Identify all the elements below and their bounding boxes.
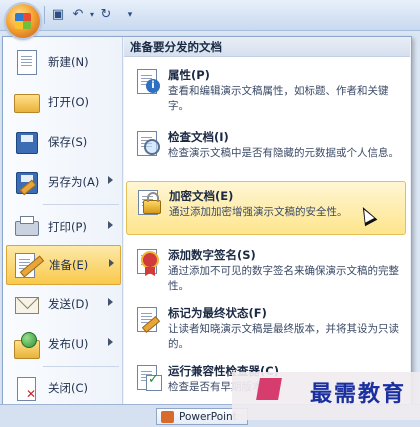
submenu-item-mark-final[interactable]: 标记为最终状态(F) 让读者知晓演示文稿是最终版本，并将其设为只读的。	[126, 299, 406, 353]
send-envelope-icon	[12, 290, 40, 318]
submenu-item-inspect[interactable]: 检查文档(I) 检查演示文稿中是否有隐藏的元数据或个人信息。	[126, 123, 406, 177]
watermark-text: 最需教育	[310, 381, 407, 407]
submenu-item-title: 加密文档(E)	[169, 189, 234, 203]
submenu-arrow-icon	[108, 221, 113, 229]
customize-toolbar-icon[interactable]: ▾	[122, 7, 138, 23]
inspect-magnifier-icon	[132, 129, 162, 159]
menu-item-close[interactable]: 关闭(C)	[6, 369, 119, 407]
menu-separator	[43, 204, 119, 205]
menu-item-save-as[interactable]: 另存为(A)	[6, 163, 119, 201]
open-folder-icon	[12, 88, 40, 116]
save-icon[interactable]: ▣	[50, 7, 66, 23]
menu-item-label: 另存为(A)	[48, 175, 100, 189]
submenu-arrow-icon	[108, 338, 113, 346]
menu-item-label: 保存(S)	[48, 135, 88, 149]
submenu-item-desc: 让读者知晓演示文稿是最终版本，并将其设为只读的。	[168, 323, 399, 350]
menu-item-label: 关闭(C)	[48, 381, 89, 395]
menu-item-open[interactable]: 打开(O)	[6, 83, 119, 121]
menu-item-new[interactable]: 新建(N)	[6, 43, 119, 81]
toolbar-divider	[44, 6, 45, 24]
submenu-item-title: 检查文档(I)	[168, 130, 229, 144]
menu-item-print[interactable]: 打印(P)	[6, 208, 119, 246]
submenu-item-properties[interactable]: i 属性(P) 查看和编辑演示文稿属性，如标题、作者和关键字。	[126, 61, 406, 115]
submenu-item-title: 添加数字签名(S)	[168, 248, 256, 262]
quick-access-toolbar: ▣ ↶ ▾ ↻ ▾	[0, 0, 420, 38]
submenu-arrow-icon	[108, 298, 113, 306]
menu-item-label: 发送(D)	[48, 297, 89, 311]
redo-icon[interactable]: ↻	[98, 7, 114, 23]
menu-item-label: 准备(E)	[49, 258, 89, 272]
menu-item-prepare[interactable]: 准备(E)	[6, 245, 121, 285]
menu-item-label: 打开(O)	[48, 95, 90, 109]
submenu-arrow-icon	[108, 176, 113, 184]
menu-separator	[43, 366, 119, 367]
submenu-item-desc: 检查演示文稿中是否有隐藏的元数据或个人信息。	[168, 147, 399, 159]
submenu-item-desc: 通过添加不可见的数字签名来确保演示文稿的完整性。	[168, 265, 399, 292]
signature-ribbon-icon	[132, 247, 162, 277]
prepare-pencil-icon	[13, 251, 45, 279]
save-disk-icon	[12, 128, 40, 156]
menu-item-label: 发布(U)	[48, 337, 89, 351]
office-menu: 新建(N) 打开(O) 保存(S) 另存为(A) 打印(P) 准备(E) 发送(…	[2, 36, 412, 410]
left-menu-pane: 新建(N) 打开(O) 保存(S) 另存为(A) 打印(P) 准备(E) 发送(…	[3, 37, 123, 409]
menu-item-label: 打印(P)	[48, 220, 87, 234]
publish-globe-icon	[12, 330, 40, 359]
menu-item-save[interactable]: 保存(S)	[6, 123, 119, 161]
submenu-item-desc: 查看和编辑演示文稿属性，如标题、作者和关键字。	[168, 85, 389, 112]
encrypt-lock-icon	[133, 188, 163, 218]
menu-item-send[interactable]: 发送(D)	[6, 285, 119, 323]
properties-info-icon: i	[132, 67, 162, 97]
compatibility-check-icon	[132, 363, 162, 393]
submenu-header: 准备要分发的文档	[124, 37, 410, 57]
watermark: 最需教育	[232, 372, 420, 420]
submenu-arrow-icon	[109, 259, 114, 267]
office-logo-icon	[15, 13, 31, 29]
submenu-item-digital-signature[interactable]: 添加数字签名(S) 通过添加不可见的数字签名来确保演示文稿的完整性。	[126, 241, 406, 295]
office-button[interactable]	[6, 4, 40, 38]
save-as-icon	[12, 168, 40, 196]
submenu-item-title: 标记为最终状态(F)	[168, 306, 267, 320]
powerpoint-icon	[161, 411, 174, 423]
new-document-icon	[12, 48, 40, 76]
taskbar-label: PowerPoint	[179, 411, 237, 423]
menu-item-label: 新建(N)	[48, 55, 89, 69]
submenu-item-title: 属性(P)	[168, 68, 210, 82]
watermark-logo-icon	[256, 378, 282, 400]
printer-icon	[12, 213, 40, 241]
close-document-icon	[12, 374, 40, 402]
menu-item-publish[interactable]: 发布(U)	[6, 325, 119, 363]
mark-final-icon	[132, 305, 162, 335]
